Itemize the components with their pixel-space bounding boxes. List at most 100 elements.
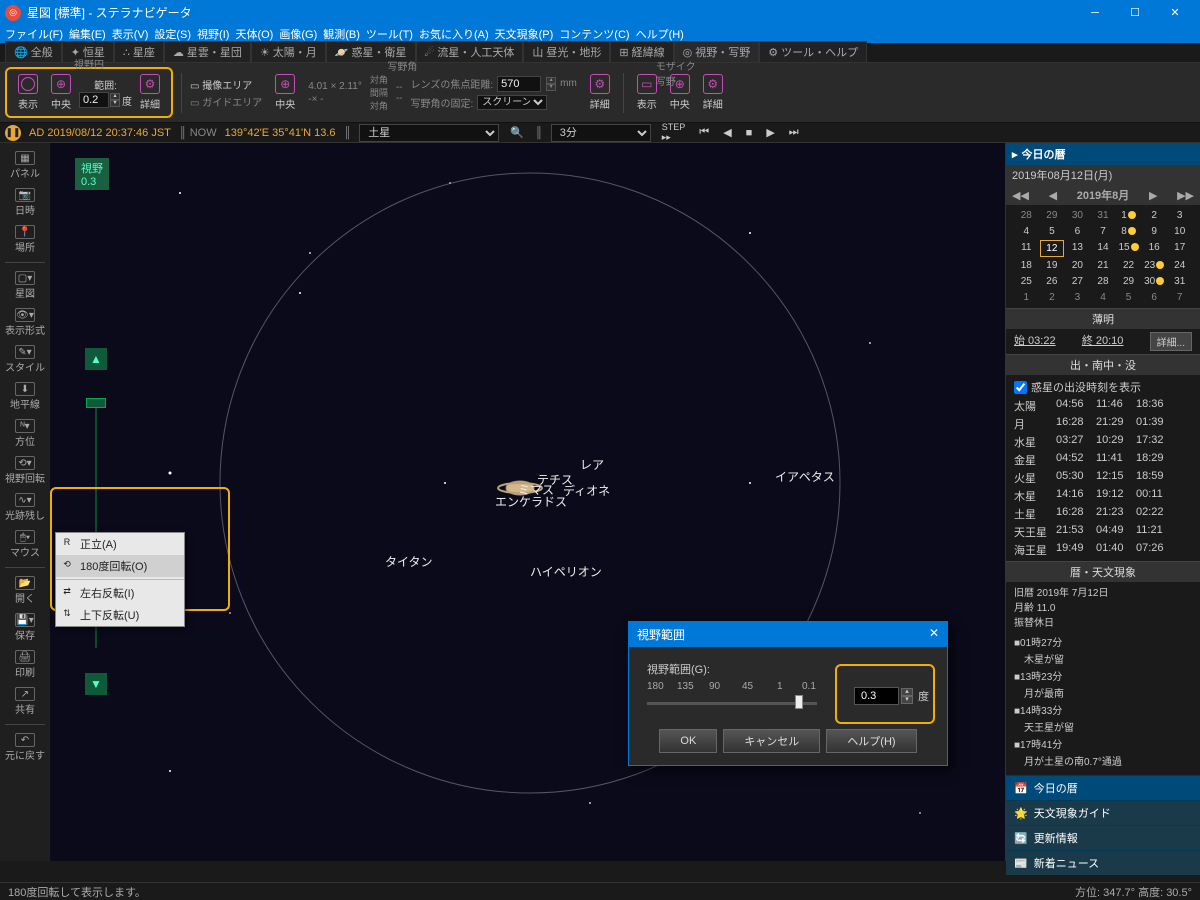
cancel-button[interactable]: キャンセル bbox=[723, 729, 820, 753]
cal-day[interactable]: 28 bbox=[1014, 208, 1039, 223]
tool-パネル[interactable]: ▦パネル bbox=[0, 148, 50, 183]
step-select[interactable]: 3分 bbox=[551, 124, 651, 142]
zoom-in-button[interactable]: ▲ bbox=[85, 348, 107, 370]
menu-item[interactable]: 天文現象(P) bbox=[495, 26, 554, 42]
step-forward-icon[interactable]: STEP▸▸ bbox=[659, 122, 689, 143]
menu-item-180度回転(O)[interactable]: ⟲180度回転(O) bbox=[56, 555, 184, 577]
cal-day[interactable]: 13 bbox=[1065, 240, 1090, 257]
cal-next-month[interactable]: ▶ bbox=[1149, 189, 1157, 202]
tool-表示形式[interactable]: 👁▾表示形式 bbox=[0, 305, 50, 340]
cal-prev-month[interactable]: ◀ bbox=[1049, 189, 1057, 202]
tool-場所[interactable]: 📍場所 bbox=[0, 222, 50, 257]
panel-tab[interactable]: 📰新着ニュース bbox=[1006, 850, 1200, 875]
fov-range-input[interactable] bbox=[79, 92, 109, 108]
fov-detail-button[interactable]: 詳細 bbox=[135, 71, 165, 114]
cal-day[interactable]: 3 bbox=[1065, 290, 1090, 305]
ribbon-tab[interactable]: ☁ 星雲・星団 bbox=[164, 41, 251, 62]
cal-day[interactable]: 1 bbox=[1116, 208, 1141, 223]
cal-day[interactable]: 5 bbox=[1040, 224, 1065, 239]
cal-day[interactable]: 7 bbox=[1091, 224, 1116, 239]
cal-day[interactable]: 26 bbox=[1040, 274, 1065, 289]
tool-視野回転[interactable]: ⟲▾視野回転 bbox=[0, 453, 50, 488]
menu-item[interactable]: 視野(I) bbox=[197, 26, 229, 42]
tool-星図[interactable]: ▢▾星図 bbox=[0, 268, 50, 303]
cal-day[interactable]: 19 bbox=[1040, 258, 1065, 273]
cal-day[interactable]: 14 bbox=[1091, 240, 1116, 257]
cal-next-year[interactable]: ▶▶ bbox=[1177, 189, 1194, 202]
menu-item[interactable]: 設定(S) bbox=[154, 26, 191, 42]
cal-day[interactable]: 28 bbox=[1091, 274, 1116, 289]
menu-item[interactable]: 観測(B) bbox=[323, 26, 360, 42]
cal-day[interactable]: 31 bbox=[1091, 208, 1116, 223]
tool-印刷[interactable]: 🖨印刷 bbox=[0, 647, 50, 682]
cal-day[interactable]: 5 bbox=[1116, 290, 1141, 305]
menu-item[interactable]: 表示(V) bbox=[112, 26, 149, 42]
maximize-button[interactable]: ☐ bbox=[1115, 0, 1155, 25]
tool-光跡残し[interactable]: ∿▾光跡残し bbox=[0, 490, 50, 525]
cal-day[interactable]: 11 bbox=[1014, 240, 1039, 257]
tool-元に戻す[interactable]: ↶元に戻す bbox=[0, 730, 50, 765]
cal-day[interactable]: 18 bbox=[1014, 258, 1039, 273]
menu-item-左右反転(I)[interactable]: ⇄左右反転(I) bbox=[56, 582, 184, 604]
cal-day[interactable]: 30 bbox=[1065, 208, 1090, 223]
menu-item[interactable]: ツール(T) bbox=[366, 26, 413, 42]
cal-day[interactable]: 2 bbox=[1040, 290, 1065, 305]
cal-day[interactable]: 15 bbox=[1116, 240, 1141, 257]
menu-item[interactable]: お気に入り(A) bbox=[419, 26, 489, 42]
cal-day[interactable]: 30 bbox=[1142, 274, 1167, 289]
photo-detail-button[interactable]: 詳細 bbox=[585, 71, 615, 114]
panel-tab[interactable]: 🌟天文現象ガイド bbox=[1006, 800, 1200, 825]
sky-view[interactable]: 視野 0.3 ▲ ▼ レア テチス ミマス ディオネ エンケラドス タイタン ハ… bbox=[50, 143, 1005, 861]
fov-show-button[interactable]: 表示 bbox=[13, 71, 43, 114]
tool-マウス[interactable]: 🖱▾マウス bbox=[0, 527, 50, 562]
tool-地平線[interactable]: ⬇地平線 bbox=[0, 379, 50, 414]
play-button[interactable]: ❚❚ bbox=[5, 125, 21, 141]
prev-button[interactable]: ◀ bbox=[720, 126, 734, 139]
cal-day[interactable]: 16 bbox=[1142, 240, 1167, 257]
cal-day[interactable]: 4 bbox=[1091, 290, 1116, 305]
target-select[interactable]: 土星 bbox=[359, 124, 499, 142]
ribbon-tab[interactable]: ⼭ 昼光・地形 bbox=[523, 41, 610, 62]
focal-input[interactable] bbox=[497, 76, 541, 92]
cal-day[interactable]: 3 bbox=[1167, 208, 1192, 223]
tool-方位[interactable]: ᴺ▾方位 bbox=[0, 416, 50, 451]
minimize-button[interactable]: ─ bbox=[1075, 0, 1115, 25]
cal-day[interactable]: 17 bbox=[1167, 240, 1192, 257]
menu-item[interactable]: コンテンツ(C) bbox=[559, 26, 629, 42]
menu-item[interactable]: ヘルプ(H) bbox=[636, 26, 684, 42]
cal-prev-year[interactable]: ◀◀ bbox=[1012, 189, 1029, 202]
cal-day[interactable]: 25 bbox=[1014, 274, 1039, 289]
menu-item[interactable]: 編集(E) bbox=[69, 26, 106, 42]
cal-day[interactable]: 24 bbox=[1167, 258, 1192, 273]
panel-tab[interactable]: 🔄更新情報 bbox=[1006, 825, 1200, 850]
cal-day[interactable]: 29 bbox=[1116, 274, 1141, 289]
ribbon-tab[interactable]: ⚙ ツール・ヘルプ bbox=[759, 41, 867, 62]
cal-day[interactable]: 9 bbox=[1142, 224, 1167, 239]
menu-item[interactable]: ファイル(F) bbox=[5, 26, 63, 42]
stop-button[interactable]: ■ bbox=[743, 127, 756, 139]
menu-item[interactable]: 画像(G) bbox=[279, 26, 317, 42]
menu-item-上下反転(U)[interactable]: ⇅上下反転(U) bbox=[56, 604, 184, 626]
twilight-detail-button[interactable]: 詳細... bbox=[1150, 332, 1192, 351]
tool-日時[interactable]: 📷日時 bbox=[0, 185, 50, 220]
cal-day[interactable]: 22 bbox=[1116, 258, 1141, 273]
cal-day[interactable]: 6 bbox=[1142, 290, 1167, 305]
calendar[interactable]: 2829303112345678910111213141516171819202… bbox=[1006, 205, 1200, 308]
cal-day[interactable]: 20 bbox=[1065, 258, 1090, 273]
ribbon-tab[interactable]: ☄ 流星・人工天体 bbox=[416, 41, 524, 62]
menu-item-正立(A)[interactable]: R正立(A) bbox=[56, 533, 184, 555]
cal-day[interactable]: 21 bbox=[1091, 258, 1116, 273]
photo-center-button[interactable]: 中央 bbox=[270, 71, 300, 114]
zoom-out-button[interactable]: ▼ bbox=[85, 673, 107, 695]
cal-day[interactable]: 8 bbox=[1116, 224, 1141, 239]
fix-select[interactable]: スクリーン bbox=[477, 95, 547, 110]
cal-day[interactable]: 1 bbox=[1014, 290, 1039, 305]
ok-button[interactable]: OK bbox=[659, 729, 717, 753]
cal-day[interactable]: 12 bbox=[1040, 240, 1065, 257]
planet-rise-checkbox[interactable]: 惑星の出没時刻を表示 bbox=[1014, 377, 1192, 397]
tool-共有[interactable]: ↗共有 bbox=[0, 684, 50, 719]
cal-day[interactable]: 4 bbox=[1014, 224, 1039, 239]
ribbon-tab[interactable]: ☀ 太陽・月 bbox=[251, 41, 326, 62]
cal-day[interactable]: 29 bbox=[1040, 208, 1065, 223]
ribbon-tab[interactable]: 🌐 全般 bbox=[5, 41, 62, 62]
